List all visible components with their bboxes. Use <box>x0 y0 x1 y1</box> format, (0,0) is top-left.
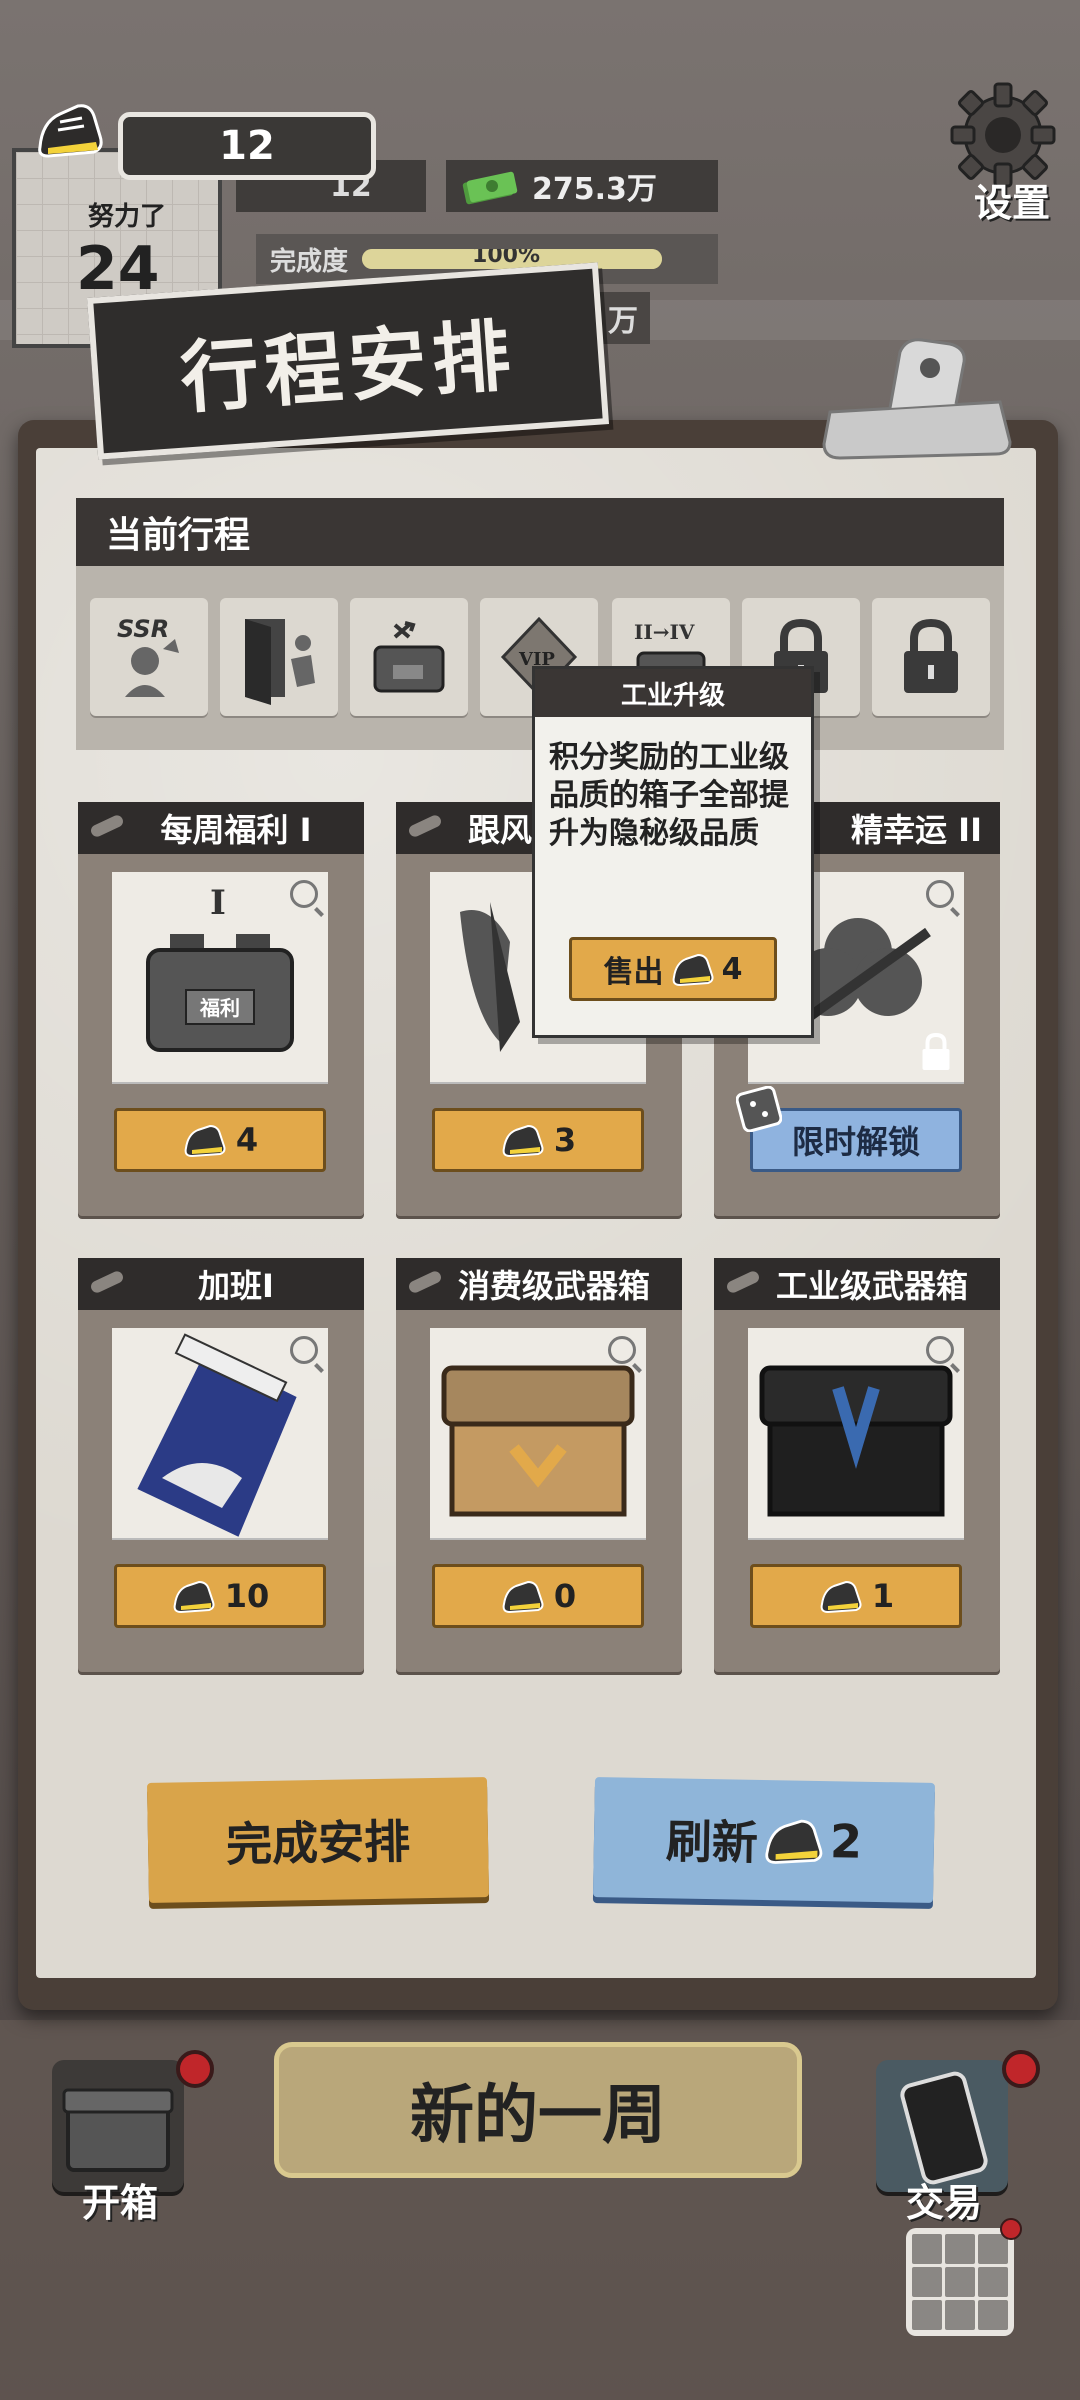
trade-label: 交易 <box>906 2181 983 2225</box>
money-stack-icon <box>462 171 518 205</box>
card-consumer-case[interactable]: 消费级武器箱 0 <box>396 1258 682 1672</box>
notification-dot <box>176 2050 214 2088</box>
sell-button[interactable]: 售出 4 <box>569 937 777 1001</box>
open-box-label: 开箱 <box>82 2181 159 2225</box>
card-cost-button[interactable]: 0 <box>432 1564 644 1628</box>
pencil-icon <box>407 1269 443 1295</box>
magnifier-icon[interactable] <box>926 880 954 908</box>
effort-label: 努力了 <box>88 202 167 232</box>
notification-dot <box>1000 2218 1022 2240</box>
pencil-icon <box>725 1269 761 1295</box>
magnifier-icon[interactable] <box>608 1336 636 1364</box>
sneaker-icon <box>184 1124 226 1158</box>
clip-icon <box>822 338 1012 460</box>
schedule-header: 当前行程 <box>76 498 1004 566</box>
card-cost-button[interactable]: 3 <box>432 1108 644 1172</box>
pencil-icon <box>407 813 443 839</box>
dice-icon <box>736 1086 782 1132</box>
lock-icon <box>922 1032 950 1070</box>
money-value: 275.3万 <box>532 172 657 207</box>
magnifier-icon[interactable] <box>290 1336 318 1364</box>
new-week-button[interactable]: 新的一周 <box>274 2042 802 2178</box>
completion-label: 完成度 <box>270 246 349 277</box>
sneaker-icon <box>173 1580 215 1614</box>
magnifier-icon[interactable] <box>290 880 318 908</box>
sneaker-icon <box>38 104 103 158</box>
completion-bar: 100% <box>362 249 663 269</box>
card-image <box>748 1328 964 1538</box>
pencil-icon <box>89 1269 125 1295</box>
sell-label: 售出 <box>603 955 664 990</box>
ssr-text: SSR <box>117 615 169 643</box>
shuffle-box-icon <box>373 621 445 693</box>
door-exit-icon <box>245 619 315 705</box>
card-title: 加班I <box>78 1258 364 1310</box>
schedule-slot-locked-2 <box>872 598 990 716</box>
card-overtime[interactable]: 加班I 10 <box>78 1258 364 1672</box>
lock-icon <box>904 618 958 693</box>
upgrade-tooltip: 工业升级 积分奖励的工业级品质的箱子全部提升为隐秘级品质 售出 4 <box>532 666 814 1038</box>
card-title: 每周福利 I <box>78 802 364 854</box>
card-cost-value: 10 <box>224 1577 270 1615</box>
card-cost-button[interactable]: 1 <box>750 1564 962 1628</box>
sneaker-icon <box>765 1819 823 1864</box>
new-week-label: 新的一周 <box>410 2079 666 2153</box>
completion-value: 100% <box>472 249 540 268</box>
card-industrial-case[interactable]: 工业级武器箱 1 <box>714 1258 1000 1672</box>
finish-schedule-button[interactable]: 完成安排 <box>146 1777 490 1903</box>
friends-widget[interactable] <box>906 2228 1014 2336</box>
card-cost-button[interactable]: 4 <box>114 1108 326 1172</box>
shoe-counter: 12 <box>118 112 376 180</box>
tooltip-body: 积分奖励的工业级品质的箱子全部提升为隐秘级品质 <box>549 740 789 851</box>
tooltip-title: 工业升级 <box>535 669 811 717</box>
hidden-amount: 万 <box>608 304 638 339</box>
card-image: I 福利 <box>112 872 328 1082</box>
card-cost-value: 0 <box>553 1577 577 1615</box>
schedule-slot-shuffle[interactable] <box>350 598 468 716</box>
schedule-slot-door[interactable] <box>220 598 338 716</box>
card-cost-button[interactable]: 10 <box>114 1564 326 1628</box>
box-label: 福利 <box>199 996 240 1020</box>
refresh-label: 刷新 <box>665 1814 759 1870</box>
pencil-icon <box>89 813 125 839</box>
refresh-button[interactable]: 刷新 2 <box>592 1777 936 1903</box>
card-cost-value: 1 <box>871 1577 895 1615</box>
card-image <box>112 1328 328 1538</box>
sneaker-icon <box>502 1580 544 1614</box>
sneaker-icon <box>820 1580 862 1614</box>
finish-label: 完成安排 <box>225 1814 411 1872</box>
schedule-slot-ssr[interactable]: SSR <box>90 598 208 716</box>
card-weekly-welfare[interactable]: 每周福利 I I 福利 4 <box>78 802 364 1216</box>
sneaker-icon <box>502 1124 544 1158</box>
card-title: 消费级武器箱 <box>396 1258 682 1310</box>
card-cost-value: 3 <box>553 1121 577 1159</box>
card-cost-value: 限时解锁 <box>791 1123 920 1161</box>
tier-text: I <box>210 883 226 923</box>
settings-label: 设置 <box>973 181 1050 225</box>
sneaker-icon <box>672 953 714 987</box>
magnifier-icon[interactable] <box>926 1336 954 1364</box>
ssr-figure-icon: SSR <box>117 615 179 697</box>
card-image <box>430 1328 646 1538</box>
money-stat: 275.3万 <box>446 160 718 212</box>
sell-cost: 4 <box>721 951 743 987</box>
shoe-counter-value: 12 <box>219 123 275 169</box>
refresh-cost: 2 <box>829 1814 863 1869</box>
notification-dot <box>1002 2050 1040 2088</box>
upgrade-text: II→IV <box>634 620 695 644</box>
card-title: 工业级武器箱 <box>714 1258 1000 1310</box>
card-cost-value: 4 <box>235 1121 259 1159</box>
